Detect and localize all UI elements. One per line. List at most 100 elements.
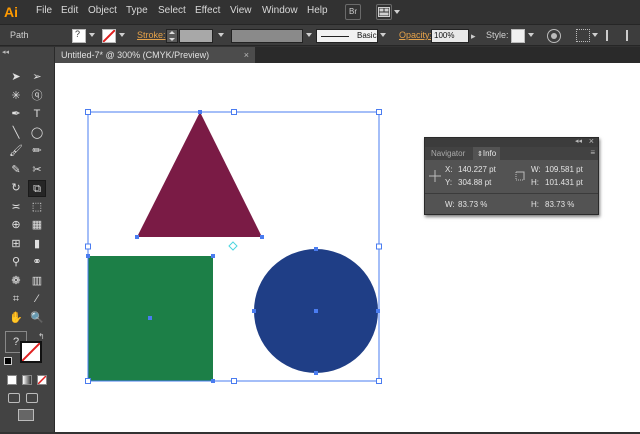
stroke-chevron-down-icon[interactable]: [119, 33, 125, 37]
width-label: W:: [531, 165, 541, 174]
panel-menu-icon[interactable]: ≡: [590, 148, 595, 157]
opacity-input[interactable]: 100%: [431, 29, 469, 43]
align-options-icon[interactable]: [576, 29, 590, 42]
recolor-artwork-icon[interactable]: [547, 29, 561, 43]
opacity-chevron-right-icon[interactable]: ▸: [471, 31, 476, 42]
unknown-fill-glyph: ?: [12, 336, 20, 348]
draw-behind-icon[interactable]: [26, 393, 38, 403]
app-logo: Ai: [4, 4, 18, 20]
magic-wand-tool-icon[interactable]: ✳: [7, 88, 25, 105]
swap-colors-icon[interactable]: ↰: [38, 333, 46, 341]
pen-tool-icon[interactable]: ✒: [7, 106, 25, 123]
stroke-swatch[interactable]: [102, 29, 116, 43]
hand-tool-icon[interactable]: ✋: [7, 310, 25, 327]
fill-chevron-down-icon[interactable]: [89, 33, 95, 37]
rotate-tool-icon[interactable]: ↻: [7, 180, 25, 197]
collapse-panel-icon[interactable]: ◂◂: [2, 48, 9, 56]
x-label: X:: [445, 165, 453, 174]
mesh-tool-icon[interactable]: ⊞: [7, 236, 25, 253]
brush-definition[interactable]: Basic: [316, 29, 378, 43]
draw-normal-icon[interactable]: [8, 393, 20, 403]
free-transform-tool-icon[interactable]: ⬚: [28, 199, 46, 216]
direct-selection-tool-icon[interactable]: ➢: [28, 69, 46, 86]
menu-effect[interactable]: Effect: [195, 5, 220, 16]
menu-help[interactable]: Help: [307, 5, 328, 16]
arrange-documents-button[interactable]: [376, 4, 392, 20]
gradient-mode-icon[interactable]: [22, 375, 32, 385]
arrange-documents-chevron-icon[interactable]: [394, 10, 400, 14]
menu-view[interactable]: View: [230, 5, 252, 16]
stroke-weight-stepper[interactable]: [166, 29, 178, 43]
color-mode-icon[interactable]: [7, 375, 17, 385]
screen-mode-icon[interactable]: [18, 409, 34, 421]
slice-tool-icon[interactable]: ⁄: [28, 291, 46, 308]
menu-edit[interactable]: Edit: [61, 5, 78, 16]
column-graph-tool-icon[interactable]: ▥: [28, 273, 46, 290]
stroke-weight-chevron-down-icon[interactable]: [218, 33, 224, 37]
symbol-sprayer-tool-icon[interactable]: ❁: [7, 273, 25, 290]
line-segment-tool-icon[interactable]: ╲: [7, 125, 25, 142]
close-document-icon[interactable]: ×: [244, 47, 249, 63]
blend-tool-icon[interactable]: ⚭: [28, 254, 46, 271]
no-stroke-icon: [103, 30, 115, 42]
tab-navigator[interactable]: Navigator: [427, 147, 469, 160]
crosshair-icon: [429, 170, 441, 182]
perspective-grid-tool-icon[interactable]: ▦: [28, 217, 46, 234]
center-point-icon: [228, 241, 238, 251]
triangle-shape[interactable]: [137, 112, 262, 237]
selection-type-label: Path: [10, 30, 29, 40]
align-center-icon[interactable]: [626, 30, 636, 41]
brush-chevron-down-icon[interactable]: [380, 33, 386, 37]
bridge-button[interactable]: Br: [345, 4, 361, 20]
none-mode-icon[interactable]: [37, 375, 47, 385]
unknown-fill-icon: ?: [75, 29, 81, 39]
document-tab-title: Untitled-7* @ 300% (CMYK/Preview): [61, 50, 210, 60]
eraser-tool-icon[interactable]: ✂: [28, 162, 46, 179]
close-panel-icon[interactable]: ×: [589, 136, 594, 146]
menu-type[interactable]: Type: [126, 5, 148, 16]
zoom-tool-icon[interactable]: 🔍: [28, 310, 46, 327]
brush-style-label: Basic: [357, 31, 377, 40]
collapse-panel-icon[interactable]: ◂◂: [575, 137, 582, 145]
menu-window[interactable]: Window: [262, 5, 298, 16]
shape-builder-tool-icon[interactable]: ⊕: [7, 217, 25, 234]
no-color-icon: [21, 342, 41, 362]
width-tool-icon[interactable]: ≍: [7, 199, 25, 216]
blob-brush-tool-icon[interactable]: ✎: [7, 162, 25, 179]
ellipse-tool-icon[interactable]: ◯: [28, 125, 46, 142]
graphic-style-swatch[interactable]: [511, 29, 525, 43]
align-left-icon[interactable]: [606, 30, 616, 41]
align-chevron-down-icon[interactable]: [592, 33, 598, 37]
stroke-label[interactable]: Stroke:: [137, 30, 166, 40]
variable-width-profile[interactable]: [231, 29, 303, 43]
selection-tool-icon[interactable]: ➤: [7, 69, 25, 86]
menu-file[interactable]: File: [36, 5, 52, 16]
stroke-weight-input[interactable]: [179, 29, 213, 43]
stroke-color-box[interactable]: [20, 341, 42, 363]
pencil-tool-icon[interactable]: ✏: [28, 143, 46, 160]
y-value: 304.88 pt: [458, 178, 492, 187]
opacity-label[interactable]: Opacity:: [399, 30, 432, 40]
height-label: H:: [531, 178, 539, 187]
default-colors-icon[interactable]: [4, 357, 12, 365]
type-tool-icon[interactable]: T: [28, 106, 46, 123]
tab-info[interactable]: ⇕Info: [473, 147, 501, 160]
paintbrush-tool-icon[interactable]: 🖌: [7, 143, 25, 160]
fill-swatch[interactable]: ?: [72, 29, 86, 43]
document-tab[interactable]: Untitled-7* @ 300% (CMYK/Preview) ×: [55, 47, 255, 63]
tools-panel: ◂◂ ➤ ➢ ✳ ⓠ ✒ T ╲ ◯ 🖌 ✏ ✎ ✂ ↻ ⧉ ≍ ⬚ ⊕ ▦ ⊞ ▮ ⚲ ⚭ ❁ ▥ ⌗ ⁄ ✋ 🔍 ? ↰: [0, 47, 55, 432]
gradient-tool-icon[interactable]: ▮: [28, 236, 46, 253]
artwork-layer[interactable]: [55, 63, 640, 432]
artboard-canvas[interactable]: [55, 63, 640, 432]
eyedropper-tool-icon[interactable]: ⚲: [7, 254, 25, 271]
style-chevron-down-icon[interactable]: [528, 33, 534, 37]
lasso-tool-icon[interactable]: ⓠ: [28, 88, 46, 105]
menu-object[interactable]: Object: [88, 5, 117, 16]
stepper-arrows-icon: [169, 31, 175, 41]
scale-tool-icon[interactable]: ⧉: [28, 180, 46, 197]
menu-select[interactable]: Select: [158, 5, 186, 16]
width-percent-value: 83.73 %: [458, 200, 488, 209]
artboard-tool-icon[interactable]: ⌗: [7, 291, 25, 308]
control-bar: Path ? Stroke: Basic Opacity: 100% ▸ Sty…: [0, 24, 640, 46]
profile-chevron-down-icon[interactable]: [306, 33, 312, 37]
